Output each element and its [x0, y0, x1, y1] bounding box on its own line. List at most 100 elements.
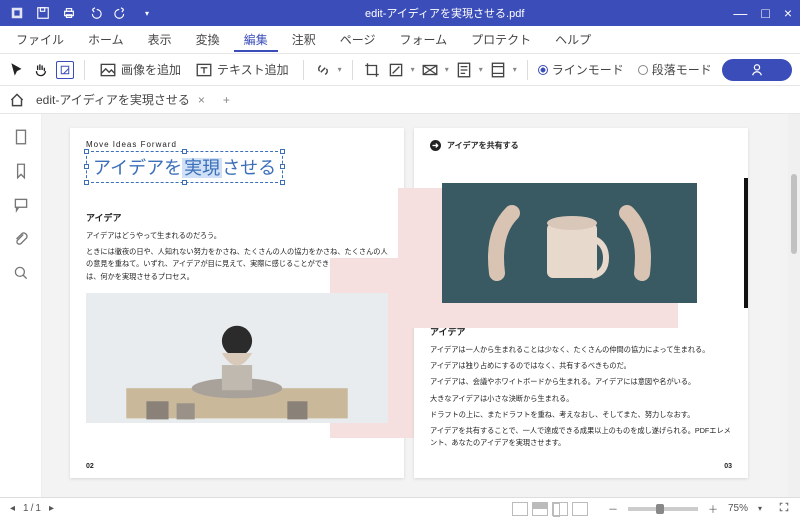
scrollbar-thumb[interactable] [791, 174, 797, 254]
tab-label: edit-アイディアを実現させる [36, 91, 190, 108]
menubar: ファイル ホーム 表示 変換 編集 注釈 ページ フォーム プロテクト ヘルプ [0, 26, 800, 54]
zoom-slider[interactable] [628, 507, 698, 511]
redo-icon[interactable] [112, 4, 130, 22]
menu-annotate[interactable]: 注釈 [282, 27, 326, 52]
line-mode-radio[interactable]: ラインモード [538, 61, 624, 78]
zoom-in-button[interactable]: ＋ [708, 501, 718, 516]
tabbar: edit-アイディアを実現させる × + [0, 86, 800, 114]
hand-icon[interactable] [32, 61, 50, 79]
headline-selected-text[interactable]: アイデアを実現させる [86, 151, 283, 183]
menu-edit[interactable]: 編集 [234, 27, 278, 52]
menu-convert[interactable]: 変換 [186, 27, 230, 52]
add-image-button[interactable]: 画像を追加 [95, 59, 185, 81]
link-caret-icon[interactable]: ▾ [338, 65, 342, 74]
page-left: Move Ideas Forward アイデアを実現させる アイデア アイデアは… [70, 128, 404, 478]
view-continuous-icon[interactable] [532, 502, 548, 516]
right-p6: アイデアを共有することで、一人で達成できる成果以上のものを成し遂げられる。PDF… [430, 425, 732, 449]
crop-icon[interactable] [363, 61, 381, 79]
text-icon [195, 61, 213, 79]
undo-icon[interactable] [86, 4, 104, 22]
right-p5: ドラフトの上に、またドラフトを重ね、考えなおし、そしてまた、努力しなおす。 [430, 409, 732, 421]
paragraph-mode-label: 段落モード [652, 61, 712, 78]
page-right: ➜ アイデアを共有する アイデア アイデアは一人から生まれることは少なく、たくさ… [414, 128, 748, 478]
close-button[interactable]: × [784, 5, 792, 21]
sidebar [0, 114, 42, 497]
view-mode-buttons [512, 502, 588, 516]
cursor-icon[interactable] [8, 61, 26, 79]
view-facing-continuous-icon[interactable] [572, 502, 588, 516]
user-account-button[interactable] [722, 59, 792, 81]
add-text-button[interactable]: テキスト追加 [191, 59, 293, 81]
share-circle-icon: ➜ [430, 140, 441, 151]
attachments-icon[interactable] [12, 230, 30, 248]
radio-off-icon [638, 65, 648, 75]
document-tab[interactable]: edit-アイディアを実現させる × [26, 89, 215, 110]
page-current: 1 [23, 503, 29, 514]
select-edit-icon[interactable] [56, 61, 74, 79]
right-p2: アイデアは独り占めにするのではなく、共有するべきものだ。 [430, 360, 732, 372]
window-title: edit-アイディアを実現させる.pdf [156, 5, 733, 21]
maximize-button[interactable]: □ [761, 5, 769, 21]
header-footer-icon[interactable] [455, 61, 473, 79]
fullscreen-icon[interactable] [778, 501, 790, 516]
add-tab-button[interactable]: + [215, 93, 238, 107]
view-facing-icon[interactable] [552, 502, 568, 516]
vertical-scrollbar[interactable] [788, 114, 800, 497]
page-prev-button[interactable]: ◂ [10, 503, 15, 514]
photo-mug [442, 183, 697, 303]
right-top-label: ➜ アイデアを共有する [430, 140, 732, 151]
page-number-left: 02 [86, 463, 94, 470]
tab-close-icon[interactable]: × [198, 93, 205, 107]
headline-selection: 実現 [182, 158, 222, 178]
right-p4: 大きなアイデアは小さな決断から生まれる。 [430, 393, 732, 405]
paragraph-mode-radio[interactable]: 段落モード [638, 61, 712, 78]
menu-form[interactable]: フォーム [389, 27, 457, 52]
menu-home[interactable]: ホーム [78, 27, 134, 52]
right-p3: アイデアは、会議やホワイトボードから生まれる。アイデアには意図や名がいる。 [430, 376, 732, 388]
headline-part-b: させる [222, 158, 276, 178]
watermark-icon[interactable] [387, 61, 405, 79]
dropdown-caret-icon[interactable]: ▾ [138, 4, 156, 22]
menu-file[interactable]: ファイル [6, 27, 74, 52]
page-sep: / [31, 503, 34, 514]
page-number-right: 03 [724, 463, 732, 470]
page-next-button[interactable]: ▸ [49, 503, 54, 514]
zoom-percent: 75% [728, 503, 748, 514]
radio-on-icon [538, 65, 548, 75]
zoom-caret-icon[interactable]: ▾ [758, 504, 762, 513]
link-icon[interactable] [314, 61, 332, 79]
view-single-icon[interactable] [512, 502, 528, 516]
left-section-title: アイデア [86, 211, 388, 224]
bates-icon[interactable] [489, 61, 507, 79]
menu-page[interactable]: ページ [330, 27, 386, 52]
headline-part-a: アイデアを [93, 158, 182, 178]
comments-icon[interactable] [12, 196, 30, 214]
statusbar: ◂ 1 / 1 ▸ － ＋ 75% ▾ [0, 497, 800, 519]
kicker-text: Move Ideas Forward [86, 140, 388, 149]
bookmarks-icon[interactable] [12, 162, 30, 180]
save-icon[interactable] [34, 4, 52, 22]
line-mode-label: ラインモード [552, 61, 624, 78]
app-logo-icon [8, 4, 26, 22]
home-icon[interactable] [8, 91, 26, 109]
minimize-button[interactable]: — [733, 5, 747, 21]
photo-pottery [86, 293, 388, 423]
image-icon [99, 61, 117, 79]
add-text-label: テキスト追加 [217, 61, 289, 78]
print-icon[interactable] [60, 4, 78, 22]
titlebar: ▾ edit-アイディアを実現させる.pdf — □ × [0, 0, 800, 26]
user-icon [750, 63, 764, 77]
document-canvas[interactable]: Move Ideas Forward アイデアを実現させる アイデア アイデアは… [42, 114, 788, 497]
menu-display[interactable]: 表示 [138, 27, 182, 52]
body-area: Move Ideas Forward アイデアを実現させる アイデア アイデアは… [0, 114, 800, 497]
search-icon[interactable] [12, 264, 30, 282]
right-top-text: アイデアを共有する [447, 140, 519, 151]
menu-help[interactable]: ヘルプ [545, 27, 601, 52]
zoom-out-button[interactable]: － [608, 501, 618, 516]
background-icon[interactable] [421, 61, 439, 79]
left-p1: アイデアはどうやって生まれるのだろう。 [86, 230, 388, 242]
page-total: 1 [35, 503, 41, 514]
thumbnails-icon[interactable] [12, 128, 30, 146]
menu-protect[interactable]: プロテクト [461, 27, 541, 52]
add-image-label: 画像を追加 [121, 61, 181, 78]
